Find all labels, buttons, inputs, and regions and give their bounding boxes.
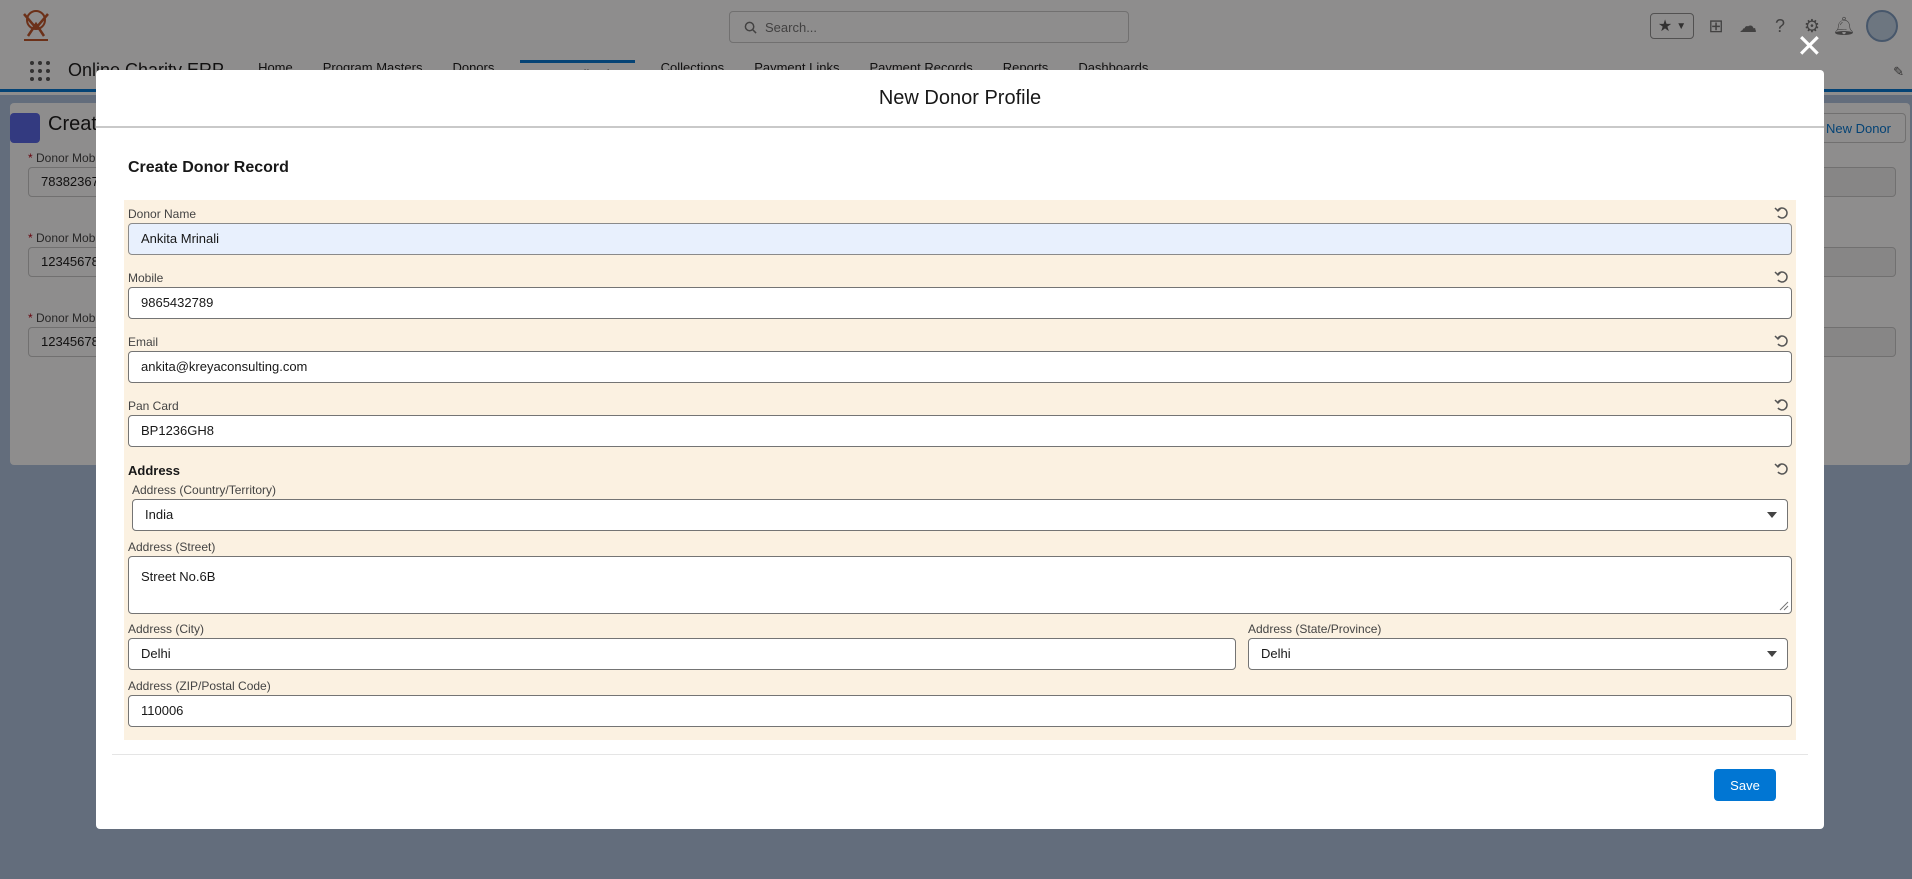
modal-title: New Donor Profile	[96, 70, 1824, 128]
state-select[interactable]: Delhi	[1248, 638, 1788, 670]
modal-body: Create Donor Record Donor Name Ankita Mr…	[96, 128, 1824, 754]
close-icon[interactable]: ✕	[1796, 30, 1823, 62]
resize-handle-icon[interactable]	[1779, 601, 1789, 611]
street-textarea[interactable]: Street No.6B	[128, 556, 1792, 614]
pan-card-input[interactable]: BP1236GH8	[128, 415, 1792, 447]
state-label: Address (State/Province)	[1248, 622, 1382, 636]
undo-icon[interactable]	[1774, 269, 1790, 285]
mobile-input[interactable]: 9865432789	[128, 287, 1792, 319]
mobile-label: Mobile	[128, 271, 164, 285]
country-select[interactable]: India	[132, 499, 1788, 531]
email-input[interactable]: ankita@kreyaconsulting.com	[128, 351, 1792, 383]
state-value: Delhi	[1261, 646, 1291, 661]
save-button[interactable]: Save	[1714, 769, 1776, 801]
donor-name-label: Donor Name	[128, 207, 197, 221]
chevron-down-icon	[1767, 512, 1777, 518]
street-label: Address (Street)	[128, 540, 216, 554]
undo-icon[interactable]	[1774, 205, 1790, 221]
pan-card-label: Pan Card	[128, 399, 179, 413]
country-label: Address (Country/Territory)	[132, 483, 277, 497]
city-label: Address (City)	[128, 622, 205, 636]
street-value: Street No.6B	[141, 569, 216, 584]
modal-footer: Save	[112, 754, 1808, 829]
undo-icon[interactable]	[1774, 333, 1790, 349]
zip-input[interactable]: 110006	[128, 695, 1792, 727]
donor-form: Donor Name Ankita Mrinali Mobile 9865432…	[124, 200, 1796, 740]
address-heading: Address	[128, 463, 181, 478]
chevron-down-icon	[1767, 651, 1777, 657]
city-input[interactable]: Delhi	[128, 638, 1236, 670]
undo-icon[interactable]	[1774, 461, 1790, 477]
new-donor-modal: New Donor Profile Create Donor Record Do…	[96, 70, 1824, 829]
country-value: India	[145, 507, 174, 522]
section-title: Create Donor Record	[128, 159, 289, 176]
zip-label: Address (ZIP/Postal Code)	[128, 679, 271, 693]
email-label: Email	[128, 335, 159, 349]
donor-name-input[interactable]: Ankita Mrinali	[128, 223, 1792, 255]
undo-icon[interactable]	[1774, 397, 1790, 413]
